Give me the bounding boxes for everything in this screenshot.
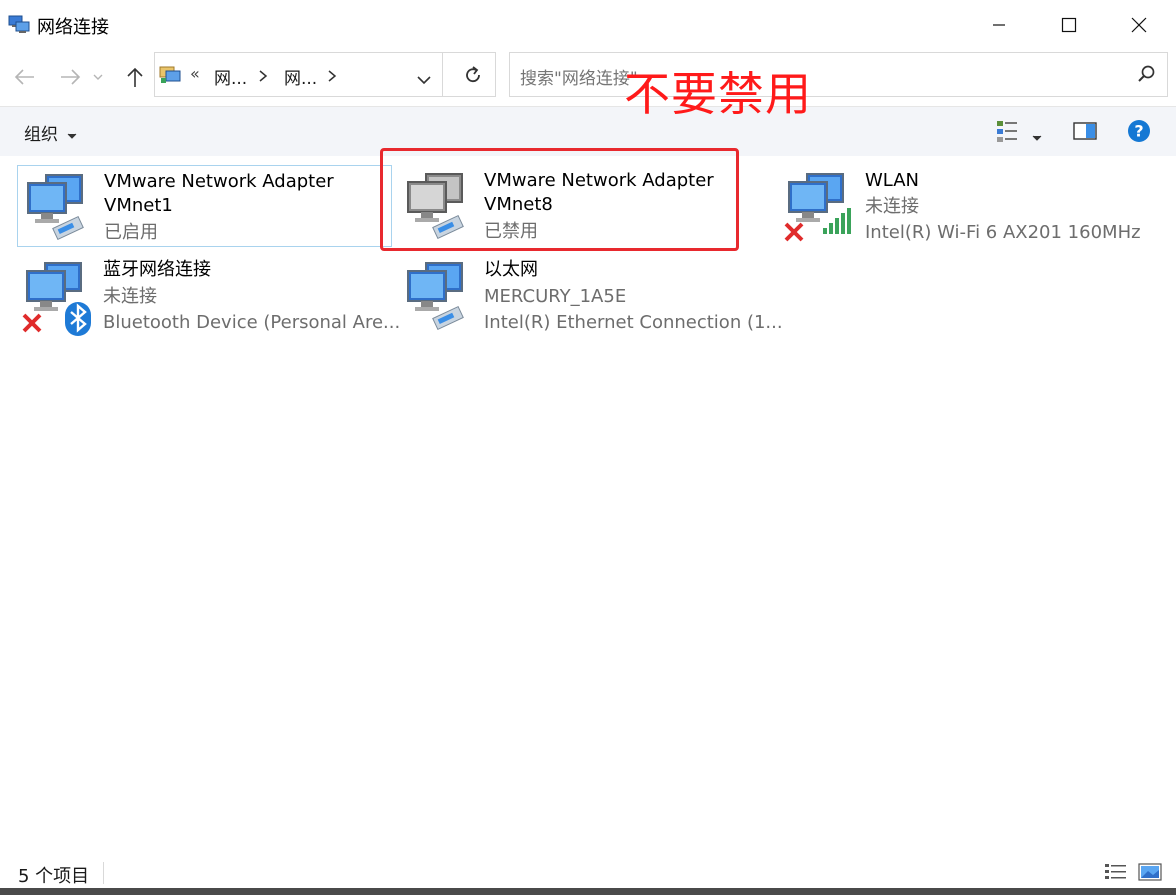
address-divider bbox=[442, 52, 443, 97]
adapter-name: 蓝牙网络连接 bbox=[103, 259, 211, 280]
refresh-icon[interactable] bbox=[462, 64, 484, 90]
ethernet-adapter-icon bbox=[404, 260, 468, 336]
address-dropdown-chevron-icon[interactable] bbox=[416, 70, 432, 89]
forward-button[interactable] bbox=[55, 62, 85, 92]
control-panel-icon bbox=[159, 63, 181, 85]
adapter-status: 未连接 bbox=[865, 196, 919, 217]
breadcrumb-chevron-icon[interactable] bbox=[327, 68, 337, 87]
status-bar bbox=[0, 858, 1176, 888]
adapter-item-ethernet[interactable]: 以太网 MERCURY_1A5E Intel(R) Ethernet Conne… bbox=[398, 256, 783, 338]
recent-locations-chevron-icon[interactable] bbox=[89, 62, 107, 92]
organize-chevron-icon bbox=[68, 133, 77, 139]
annotation-highlight-box bbox=[380, 148, 739, 251]
large-icons-view-icon[interactable] bbox=[1138, 862, 1162, 886]
adapter-device: Bluetooth Device (Personal Are... bbox=[103, 312, 401, 333]
back-button[interactable] bbox=[10, 62, 40, 92]
organize-menu[interactable]: 组织 bbox=[24, 120, 77, 145]
adapter-item-vmnet1[interactable]: VMware Network Adapter VMnet1 已启用 bbox=[17, 165, 392, 247]
view-options-chevron-icon[interactable] bbox=[1032, 127, 1042, 146]
breadcrumb-item-1[interactable]: 网... bbox=[214, 64, 247, 89]
adapter-item-bluetooth[interactable]: 蓝牙网络连接 未连接 Bluetooth Device (Personal Ar… bbox=[17, 256, 400, 338]
adapter-name: 以太网 bbox=[484, 259, 538, 280]
breadcrumb-chevron-icon[interactable] bbox=[258, 68, 268, 87]
network-adapter-icon bbox=[24, 172, 88, 244]
details-view-icon[interactable] bbox=[1104, 862, 1128, 886]
organize-label: 组织 bbox=[24, 125, 58, 145]
taskbar-edge bbox=[0, 888, 1176, 895]
adapter-network: MERCURY_1A5E bbox=[484, 286, 627, 307]
help-icon[interactable]: ? bbox=[1127, 119, 1151, 147]
breadcrumb-item-2[interactable]: 网... bbox=[284, 64, 317, 89]
adapter-subname: VMnet1 bbox=[104, 195, 173, 216]
minimize-button[interactable] bbox=[964, 0, 1034, 50]
adapter-device: Intel(R) Wi-Fi 6 AX201 160MHz bbox=[865, 222, 1141, 243]
close-button[interactable] bbox=[1104, 0, 1174, 50]
change-view-icon[interactable] bbox=[995, 118, 1021, 148]
adapter-status: 已启用 bbox=[104, 222, 158, 243]
adapter-name: WLAN bbox=[865, 170, 920, 191]
svg-text:?: ? bbox=[1134, 122, 1143, 141]
adapter-item-wlan[interactable]: WLAN 未连接 Intel(R) Wi-Fi 6 AX201 160MHz bbox=[779, 165, 1154, 247]
maximize-button[interactable] bbox=[1034, 0, 1104, 50]
address-bar[interactable] bbox=[154, 52, 496, 97]
search-icon[interactable] bbox=[1137, 64, 1157, 88]
error-x-icon bbox=[21, 312, 43, 338]
breadcrumb-overflow[interactable]: « bbox=[190, 64, 200, 83]
adapter-device: Intel(R) Ethernet Connection (1... bbox=[484, 312, 783, 333]
network-connections-icon bbox=[8, 13, 30, 35]
window-title: 网络连接 bbox=[37, 17, 109, 38]
error-x-icon bbox=[783, 221, 805, 247]
up-button[interactable] bbox=[120, 62, 150, 92]
search-input[interactable]: 搜索"网络连接" bbox=[520, 64, 638, 89]
adapter-status: 未连接 bbox=[103, 286, 157, 307]
item-count: 5 个项目 bbox=[18, 866, 90, 887]
annotation-text: 不要禁用 bbox=[624, 67, 812, 121]
adapter-name: VMware Network Adapter bbox=[104, 171, 334, 192]
preview-pane-icon[interactable] bbox=[1073, 121, 1097, 145]
status-divider bbox=[103, 862, 104, 884]
